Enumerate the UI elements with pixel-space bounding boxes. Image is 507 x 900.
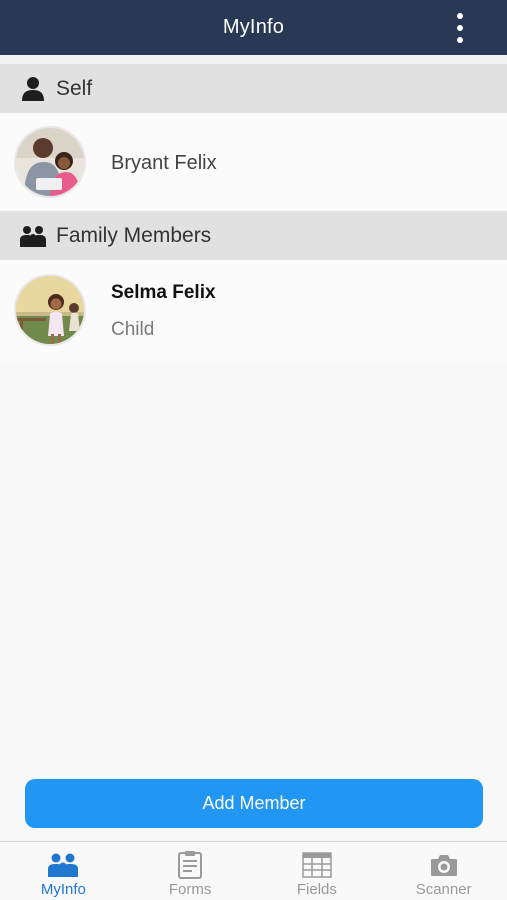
tab-label-fields: Fields [296, 881, 337, 898]
header-divider [0, 55, 507, 64]
page-title: MyInfo [222, 16, 285, 38]
section-label-family: Family Members [56, 223, 212, 247]
section-header-self: Self [0, 64, 507, 113]
section-label-self: Self [56, 76, 93, 100]
family-group-icon [20, 223, 46, 249]
top-app-bar: MyInfo [0, 0, 507, 55]
avatar [14, 126, 86, 198]
camera-icon [429, 852, 459, 878]
tab-myinfo[interactable]: MyInfo [0, 842, 127, 900]
tab-label-myinfo: MyInfo [40, 881, 86, 898]
forms-icon [175, 851, 205, 879]
avatar [14, 274, 86, 346]
list-item[interactable]: Selma Felix Child [0, 260, 507, 364]
fields-icon [302, 852, 332, 878]
family-member-name: Selma Felix [111, 282, 216, 303]
bottom-tab-bar: MyInfo Forms Fields Scanner [0, 841, 507, 900]
add-member-button[interactable]: Add Member [25, 779, 483, 828]
tab-label-scanner: Scanner [415, 881, 472, 898]
tab-fields[interactable]: Fields [254, 842, 381, 900]
family-icon [48, 852, 79, 878]
section-header-family: Family Members [0, 211, 507, 260]
family-member-relation: Child [111, 319, 155, 340]
self-member-row[interactable]: Bryant Felix [0, 113, 507, 211]
more-options-icon[interactable] [453, 13, 467, 43]
tab-forms[interactable]: Forms [127, 842, 254, 900]
tab-label-forms: Forms [168, 881, 212, 898]
tab-scanner[interactable]: Scanner [380, 842, 507, 900]
app-screen: MyInfo Self Bryant Felix Family Members … [0, 0, 507, 900]
person-icon [20, 76, 46, 102]
self-member-name: Bryant Felix [111, 152, 217, 174]
